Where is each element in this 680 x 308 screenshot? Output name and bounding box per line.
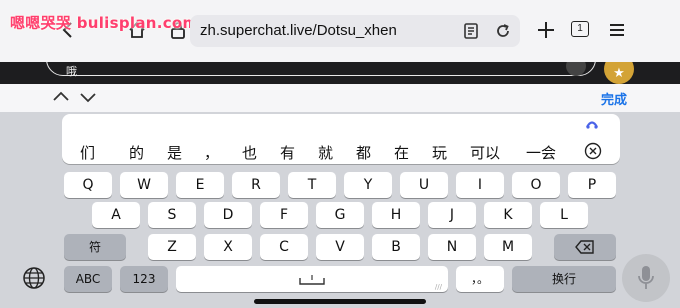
address-bar[interactable]: zh.superchat.live/Dotsu_xhen [190, 15, 520, 47]
key-d[interactable]: D [204, 202, 252, 228]
candidate[interactable]: 在 [394, 142, 409, 163]
plus-icon[interactable] [536, 20, 556, 40]
microphone-button[interactable] [622, 254, 670, 302]
clear-icon[interactable] [584, 142, 602, 160]
candidate-bar: 们 的 是 ， 也 有 就 都 在 玩 可以 一会 [62, 114, 620, 164]
candidate[interactable]: 一会 [526, 142, 556, 163]
key-g[interactable]: G [316, 202, 364, 228]
reload-icon[interactable] [494, 22, 512, 40]
input-preview-text: 哦 [66, 65, 77, 78]
globe-icon[interactable] [22, 266, 46, 290]
page-content: 哦 ★ [0, 62, 680, 84]
key-y[interactable]: Y [344, 172, 392, 198]
key-u[interactable]: U [400, 172, 448, 198]
punctuation-key[interactable]: ，。 [456, 266, 504, 292]
return-key[interactable]: 换行 [512, 266, 616, 292]
key-s[interactable]: S [148, 202, 196, 228]
key-b[interactable]: B [372, 234, 420, 260]
watermark: 嗯嗯哭哭 bulisplan.com [10, 14, 199, 32]
candidate[interactable]: 就 [318, 142, 333, 163]
space-icon [299, 275, 325, 285]
candidate[interactable]: 也 [242, 142, 257, 163]
keyboard: 们 的 是 ， 也 有 就 都 在 玩 可以 一会 Q W E R T Y U … [0, 112, 680, 308]
expand-candidates-icon[interactable] [584, 118, 600, 130]
backspace-key[interactable] [554, 234, 616, 260]
gift-button[interactable]: ★ [604, 62, 634, 84]
candidate[interactable]: 玩 [432, 142, 447, 163]
chevron-up-icon[interactable] [52, 88, 70, 106]
tabs-icon[interactable]: 1 [571, 21, 589, 37]
screen: 嗯嗯哭哭 bulisplan.com zh.superchat.live/Dot… [0, 0, 680, 308]
done-button[interactable]: 完成 [601, 89, 627, 108]
candidate[interactable]: 有 [280, 142, 295, 163]
key-j[interactable]: J [428, 202, 476, 228]
url-text[interactable]: zh.superchat.live/Dotsu_xhen [200, 22, 397, 39]
key-l[interactable]: L [540, 202, 588, 228]
key-f[interactable]: F [260, 202, 308, 228]
key-w[interactable]: W [120, 172, 168, 198]
key-x[interactable]: X [204, 234, 252, 260]
key-a[interactable]: A [92, 202, 140, 228]
symbol-toggle-key[interactable]: 符 [64, 234, 126, 260]
key-n[interactable]: N [428, 234, 476, 260]
key-v[interactable]: V [316, 234, 364, 260]
key-m[interactable]: M [484, 234, 532, 260]
browser-toolbar: 嗯嗯哭哭 bulisplan.com zh.superchat.live/Dot… [0, 0, 680, 62]
key-z[interactable]: Z [148, 234, 196, 260]
home-indicator[interactable] [254, 299, 426, 304]
candidate[interactable]: 的 [129, 142, 144, 163]
candidate[interactable]: 可以 [470, 142, 500, 163]
candidate[interactable]: 都 [356, 142, 371, 163]
key-o[interactable]: O [512, 172, 560, 198]
key-h[interactable]: H [372, 202, 420, 228]
candidate[interactable]: 们 [80, 142, 95, 163]
chevron-down-icon[interactable] [79, 88, 97, 106]
key-p[interactable]: P [568, 172, 616, 198]
swipe-hint-icon: /// [434, 283, 442, 291]
key-q[interactable]: Q [64, 172, 112, 198]
numbers-key[interactable]: 123 [120, 266, 168, 292]
key-k[interactable]: K [484, 202, 532, 228]
space-key[interactable]: /// [176, 266, 448, 292]
microphone-icon [638, 266, 654, 289]
key-c[interactable]: C [260, 234, 308, 260]
key-r[interactable]: R [232, 172, 280, 198]
menu-icon[interactable] [607, 20, 627, 40]
keyboard-accessory-bar: 完成 [0, 84, 680, 112]
candidate[interactable]: 是 [167, 142, 182, 163]
key-t[interactable]: T [288, 172, 336, 198]
candidate[interactable]: ， [204, 142, 219, 163]
reader-icon[interactable] [462, 22, 480, 40]
key-e[interactable]: E [176, 172, 224, 198]
abc-key[interactable]: ABC [64, 266, 112, 292]
backspace-icon [575, 240, 594, 254]
key-i[interactable]: I [456, 172, 504, 198]
message-input[interactable] [46, 62, 596, 76]
